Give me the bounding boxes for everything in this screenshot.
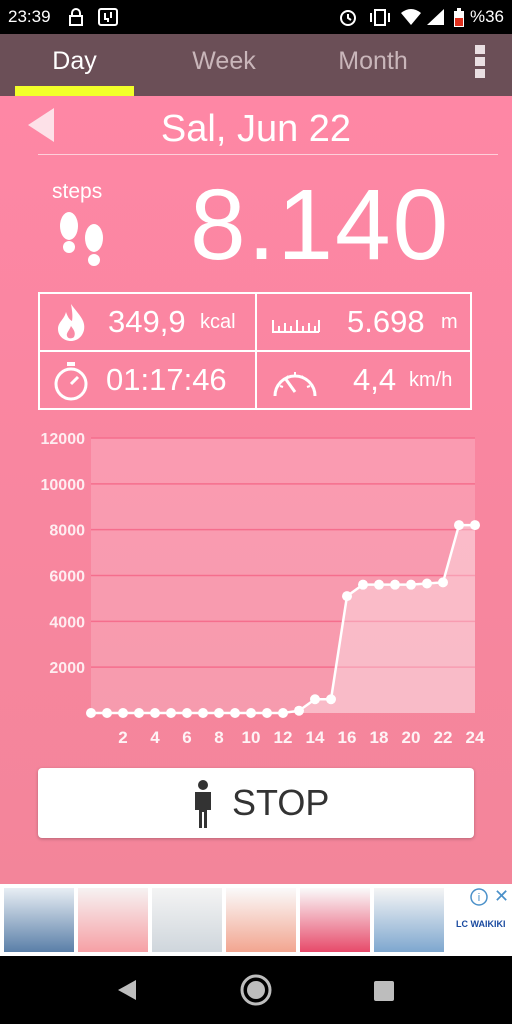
ad-product-kids-set[interactable]	[226, 888, 296, 952]
back-icon[interactable]	[116, 978, 138, 1002]
y-tick-label: 4000	[49, 614, 85, 631]
navigation-bar	[0, 956, 512, 1024]
date-title: Sal, Jun 22	[160, 108, 352, 150]
chart-data-point	[470, 520, 480, 531]
chart-data-point	[182, 708, 192, 718]
x-tick-label: 18	[370, 728, 389, 747]
chart-data-point	[374, 579, 384, 590]
chart-data-point	[438, 577, 448, 588]
tab-month[interactable]: Month	[312, 34, 434, 96]
recents-icon[interactable]	[373, 980, 395, 1002]
chart-data-point	[310, 694, 320, 705]
ruler-icon	[272, 320, 320, 333]
active-tab-indicator	[15, 86, 134, 96]
stopwatch-icon	[54, 362, 88, 401]
x-tick-label: 2	[118, 728, 127, 747]
tab-week[interactable]: Week	[164, 34, 284, 96]
chart-data-point	[342, 591, 352, 602]
speedometer-icon	[273, 372, 317, 397]
chart-data-point	[278, 708, 288, 718]
person-icon	[195, 780, 211, 828]
day-view: Sal, Jun 22 steps 8.140 349,9 kcal 5.698…	[0, 96, 512, 884]
chart-data-point	[406, 579, 416, 590]
ad-product-shirt[interactable]	[152, 888, 222, 952]
x-tick-label: 12	[274, 728, 293, 747]
distance-unit: m	[441, 311, 458, 333]
chart-data-point	[454, 520, 464, 531]
calories-unit: kcal	[200, 311, 236, 333]
ad-product-jeans[interactable]	[374, 888, 444, 952]
status-bar: 23:39 %36	[0, 0, 512, 34]
chart-data-point	[198, 708, 208, 718]
lock-icon	[69, 8, 83, 26]
chart-data-point	[422, 578, 432, 589]
x-tick-label: 6	[182, 728, 191, 747]
chart-data-point	[390, 579, 400, 590]
chart-data-point	[326, 694, 336, 705]
x-tick-label: 20	[402, 728, 421, 747]
chart-data-point	[102, 708, 112, 718]
speed-cell: 4,4 km/h	[257, 352, 472, 408]
calories-value: 349,9	[108, 304, 186, 339]
ad-info-icon[interactable]: i	[470, 888, 488, 906]
x-tick-label: 14	[306, 728, 325, 747]
app-notification-icon	[98, 8, 118, 26]
stop-button[interactable]: STOP	[38, 768, 474, 838]
ad-product-dress-pink[interactable]	[78, 888, 148, 952]
ad-product-floral-dress[interactable]	[300, 888, 370, 952]
y-tick-label: 8000	[49, 523, 85, 540]
alarm-icon	[340, 10, 356, 26]
chart-data-point	[150, 708, 160, 718]
speed-unit: km/h	[409, 369, 453, 391]
steps-count: 8.140	[190, 169, 451, 281]
x-tick-label: 22	[434, 728, 453, 747]
chart-data-point	[230, 708, 240, 718]
vibrate-icon	[370, 9, 390, 26]
home-icon[interactable]	[240, 974, 272, 1006]
chart-data-point	[86, 708, 96, 718]
y-tick-label: 10000	[41, 477, 86, 494]
x-tick-label: 16	[338, 728, 357, 747]
x-tick-label: 4	[150, 728, 160, 747]
chart-data-point	[246, 708, 256, 718]
ad-product-jacket[interactable]	[4, 888, 74, 952]
y-tick-label: 2000	[49, 660, 85, 677]
flame-icon	[58, 304, 85, 341]
chart-data-point	[118, 708, 128, 718]
divider	[38, 154, 498, 155]
y-tick-label: 12000	[41, 431, 86, 448]
wifi-icon	[401, 9, 421, 25]
steps-label: steps	[52, 180, 103, 203]
y-tick-label: 6000	[49, 569, 85, 586]
svg-text:i: i	[478, 892, 480, 904]
distance-cell: 5.698 m	[257, 294, 472, 350]
clock: 23:39	[8, 7, 51, 26]
ad-brand-logo: LC WAIKIKI	[456, 919, 506, 929]
distance-value: 5.698	[347, 304, 425, 339]
chart-data-point	[358, 579, 368, 590]
x-tick-label: 8	[214, 728, 223, 747]
duration-value: 01:17:46	[106, 362, 227, 397]
chart-data-point	[134, 708, 144, 718]
speed-value: 4,4	[353, 362, 397, 397]
ad-close-icon[interactable]: ✕	[494, 886, 509, 907]
chart-data-point	[262, 708, 272, 718]
signal-icon	[427, 9, 444, 25]
overflow-menu-icon[interactable]	[470, 44, 490, 82]
calories-cell: 349,9 kcal	[40, 294, 255, 350]
stop-label: STOP	[232, 782, 330, 823]
battery-icon	[454, 8, 464, 27]
x-tick-label: 10	[242, 728, 261, 747]
ad-banner[interactable]: i ✕ LC WAIKIKI	[0, 884, 512, 956]
chart-data-point	[294, 705, 304, 716]
battery-percent: %36	[469, 7, 504, 26]
chart-data-point	[166, 708, 176, 718]
footprints-icon	[60, 212, 103, 266]
x-tick-label: 24	[466, 728, 485, 747]
chart-data-point	[214, 708, 224, 718]
stats-grid: 349,9 kcal 5.698 m 01:17:46 4,4 km/h	[38, 292, 472, 410]
duration-cell: 01:17:46	[40, 352, 255, 408]
hourly-steps-chart: 200040006000800010000120002 4 6 8 10 12 14 16 18…	[41, 431, 485, 747]
